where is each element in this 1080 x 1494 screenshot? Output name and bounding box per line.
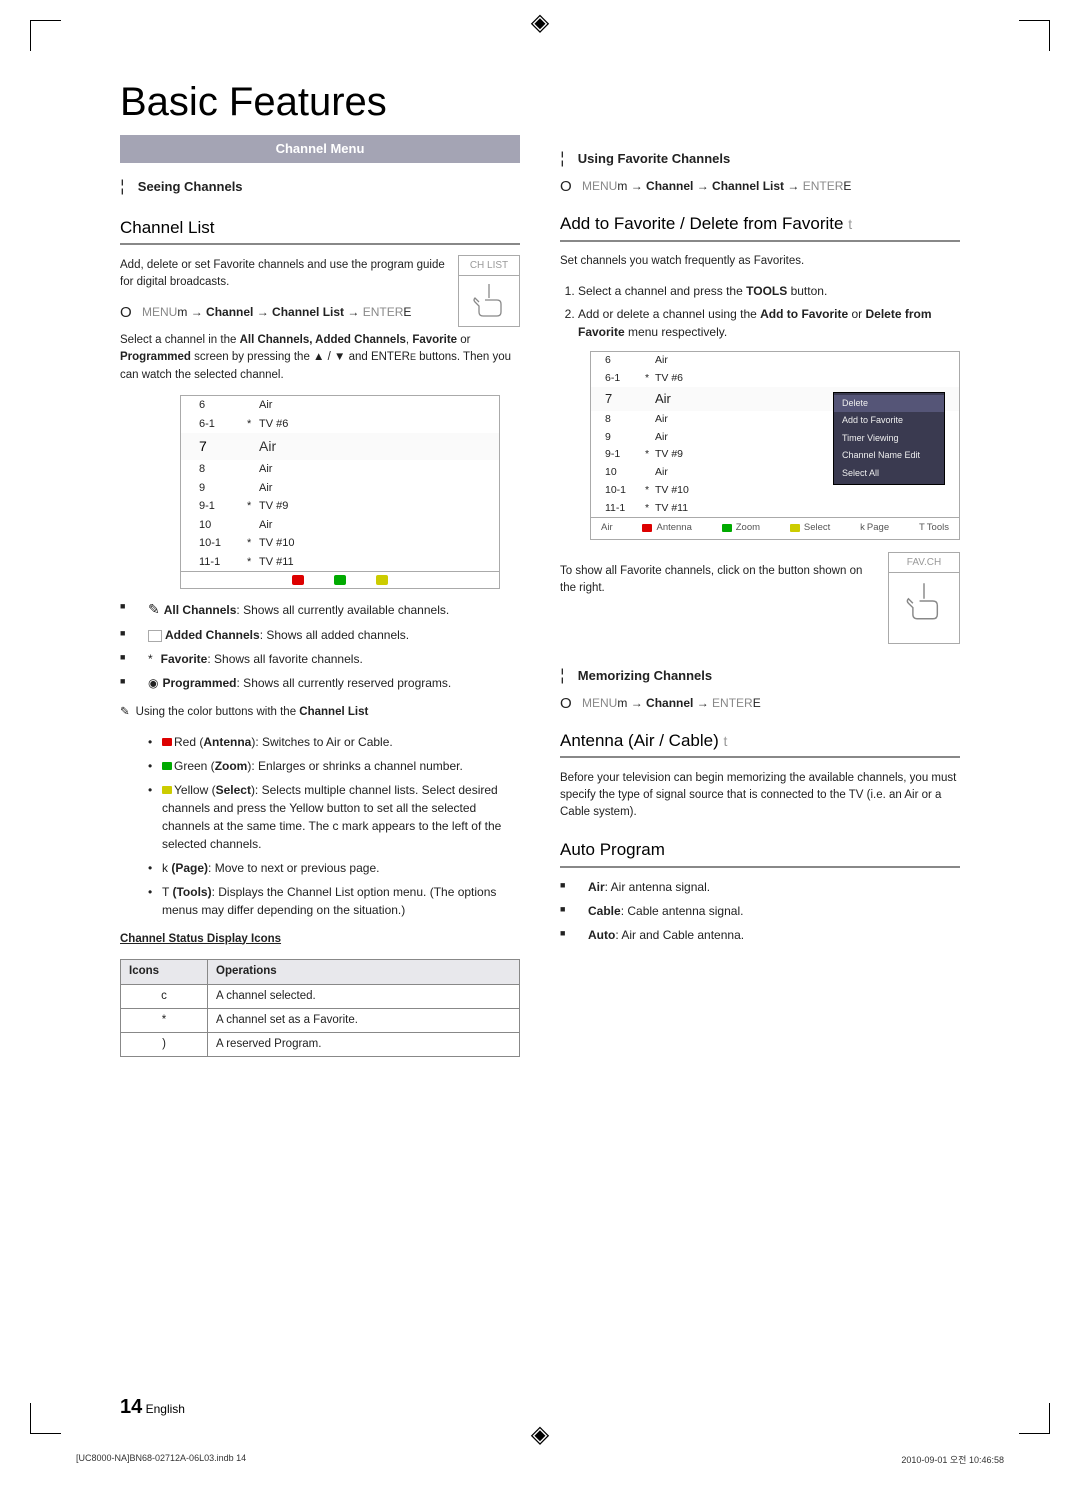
step-2: Add or delete a channel using the Add to… (578, 305, 960, 341)
status-icons-heading: Channel Status Display Icons (120, 931, 520, 948)
list-item: *Favorite: Shows all favorite channels. (120, 650, 520, 668)
left-column: Channel Menu ¦ Seeing Channels Channel L… (120, 135, 520, 1057)
trim-mark (1019, 1403, 1050, 1434)
color-note: Using the color buttons with the Channel… (120, 704, 520, 721)
step-1: Select a channel and press the TOOLS but… (578, 282, 960, 300)
channel-row: 6Air (591, 352, 959, 370)
list-item: Yellow (Select): Selects multiple channe… (148, 781, 520, 853)
memorizing-channels-heading: ¦ Memorizing Channels (560, 664, 960, 688)
ch-list-label: CH LIST (459, 256, 519, 276)
page-title: Basic Features (120, 80, 960, 125)
footer-air: Air (601, 521, 613, 535)
antenna-title: Antenna (Air / Cable) t (560, 728, 960, 759)
footer-tools: T Tools (919, 521, 949, 535)
fav-ch-remote-button: FAV.CH (888, 552, 960, 644)
channel-row: 11-1*TV #11 (181, 553, 499, 572)
print-file: [UC8000-NA]BN68-02712A-06L03.indb 14 (76, 1453, 246, 1466)
color-button-list: Red (Antenna): Switches to Air or Cable.… (120, 733, 520, 919)
channel-row: 7Air (181, 433, 499, 460)
footer-select: Select (790, 521, 830, 535)
list-item: Auto: Air and Cable antenna. (560, 926, 960, 944)
list-item: Air: Air antenna signal. (560, 878, 960, 896)
set-favorites-desc: Set channels you watch frequently as Fav… (560, 253, 960, 270)
print-footer: [UC8000-NA]BN68-02712A-06L03.indb 14 201… (76, 1453, 1004, 1466)
using-favorite-heading: ¦ Using Favorite Channels (560, 147, 960, 171)
add-to-favorite-title: Add to Favorite / Delete from Favorite t (560, 211, 960, 242)
status-icons-table: Icons Operations cA channel selected.*A … (120, 959, 520, 1057)
favorite-steps: Select a channel and press the TOOLS but… (560, 282, 960, 341)
yellow-button-icon (376, 575, 388, 585)
list-item: Green (Zoom): Enlarges or shrinks a chan… (148, 757, 520, 775)
show-favorites-desc: To show all Favorite channels, click on … (560, 563, 866, 632)
antenna-desc: Before your television can begin memoriz… (560, 770, 960, 822)
trim-mark (30, 1403, 61, 1434)
table-row: cA channel selected. (121, 984, 520, 1008)
channel-row: 11-1*TV #11 (591, 500, 959, 518)
channel-row: 6-1*TV #6 (181, 415, 499, 434)
table-row: *A channel set as a Favorite. (121, 1008, 520, 1032)
channel-list-title: Channel List (120, 215, 520, 246)
green-button-icon (334, 575, 346, 585)
print-timestamp: 2010-09-01 오전 10:46:58 (901, 1453, 1004, 1466)
footer-zoom: Zoom (722, 521, 760, 535)
channel-row: 6-1*TV #6 (591, 370, 959, 388)
page-number: 14 (120, 1396, 142, 1418)
table-header-icons: Icons (121, 960, 208, 984)
channel-row: 10Air (181, 516, 499, 535)
menu-path-1: MENUm → Channel → Channel List → ENTERE (120, 303, 520, 321)
channel-box-footer-2: Air Antenna Zoom Select k Page T Tools (591, 517, 959, 538)
list-item: Added Channels: Shows all added channels… (120, 626, 520, 644)
auto-program-title: Auto Program (560, 837, 960, 868)
menu-item-delete[interactable]: Delete (834, 395, 944, 413)
channel-row: 8Air (181, 460, 499, 479)
tools-popup-menu: Delete Add to Favorite Timer Viewing Cha… (833, 392, 945, 486)
right-column: ¦ Using Favorite Channels MENUm → Channe… (560, 135, 960, 1057)
channel-row: 6Air (181, 396, 499, 415)
menu-path-3: MENUm → Channel → ENTERE (560, 694, 960, 712)
page-language: English (146, 1402, 185, 1416)
list-item: ✎All Channels: Shows all currently avail… (120, 599, 520, 620)
channel-box-footer (181, 571, 499, 588)
list-item: ◉Programmed: Shows all currently reserve… (120, 674, 520, 692)
list-item: T (Tools): Displays the Channel List opt… (148, 883, 520, 919)
menu-item-select-all[interactable]: Select All (834, 465, 944, 483)
registration-mark-top: ◈ (531, 8, 549, 37)
select-channel-desc: Select a channel in the All Channels, Ad… (120, 332, 520, 384)
pointing-hand-icon (904, 577, 944, 625)
menu-item-add-favorite[interactable]: Add to Favorite (834, 412, 944, 430)
channel-row: 9-1*TV #9 (181, 497, 499, 516)
trim-mark (30, 20, 61, 51)
trim-mark (1019, 20, 1050, 51)
channel-type-list: ✎All Channels: Shows all currently avail… (120, 599, 520, 692)
page-footer: 14 English (120, 1396, 185, 1419)
channel-menu-banner: Channel Menu (120, 135, 520, 163)
registration-mark-bottom: ◈ (531, 1420, 549, 1449)
menu-item-timer[interactable]: Timer Viewing (834, 430, 944, 448)
list-item: Cable: Cable antenna signal. (560, 902, 960, 920)
channel-list-box-with-menu: 6Air6-1*TV #67Air8Air9Air9-1*TV #910Air1… (590, 351, 960, 540)
red-button-icon (292, 575, 304, 585)
seeing-channels-heading: ¦ Seeing Channels (120, 175, 520, 199)
auto-program-list: Air: Air antenna signal. Cable: Cable ant… (560, 878, 960, 944)
table-row: )A reserved Program. (121, 1033, 520, 1057)
table-header-ops: Operations (208, 960, 520, 984)
fav-ch-label: FAV.CH (889, 553, 959, 573)
channel-list-box: 6Air6-1*TV #67Air8Air9Air9-1*TV #910Air1… (180, 395, 500, 589)
list-item: k (Page): Move to next or previous page. (148, 859, 520, 877)
channel-row: 9Air (181, 479, 499, 498)
menu-item-name-edit[interactable]: Channel Name Edit (834, 447, 944, 465)
channel-row: 10-1*TV #10 (181, 534, 499, 553)
footer-page: k Page (860, 521, 889, 535)
footer-antenna: Antenna (642, 521, 691, 535)
page: ◈ ◈ ◈ ◈ Basic Features Channel Menu ¦ Se… (0, 0, 1080, 1494)
menu-path-2: MENUm → Channel → Channel List → ENTERE (560, 177, 960, 195)
list-item: Red (Antenna): Switches to Air or Cable. (148, 733, 520, 751)
